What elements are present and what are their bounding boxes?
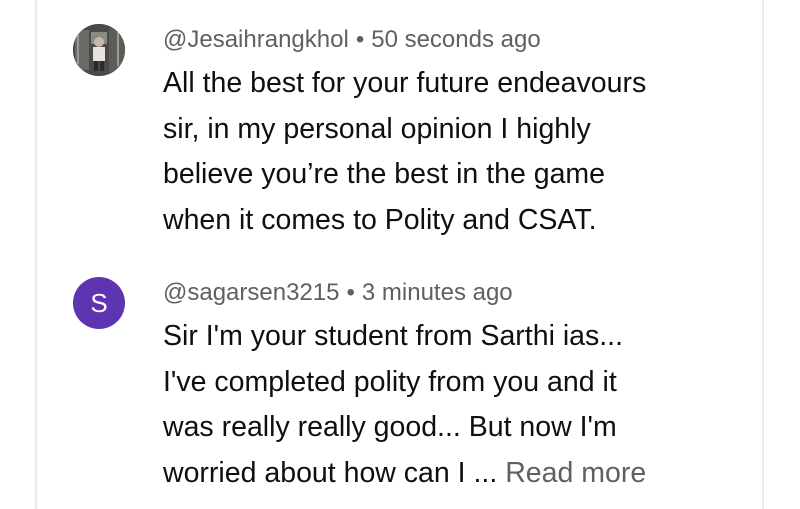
comment-text: All the best for your future endeavours … (163, 61, 743, 243)
comment-body: @sagarsen3215 • 3 minutes ago Sir I'm your… (163, 275, 743, 496)
comment-body: @Jesaihrangkhol • 50 seconds ago All the b… (163, 22, 743, 243)
meta-separator: • (346, 279, 355, 306)
comment-timestamp[interactable]: 50 seconds ago (371, 26, 540, 53)
comment-timestamp[interactable]: 3 minutes ago (362, 279, 513, 306)
read-more-link[interactable]: Read more (505, 457, 646, 489)
avatar[interactable] (73, 24, 125, 76)
comment-text-line: All the best for your future endeavours (163, 67, 647, 99)
comment-text-line: I've completed polity from you and it (163, 365, 617, 398)
comments-panel: @Jesaihrangkhol • 50 seconds ago All the b… (0, 0, 800, 509)
comment-text-fragment: worried about how can I ... (163, 456, 498, 489)
meta-separator: • (355, 26, 365, 53)
panel-left-edge (35, 0, 37, 509)
avatar-letter: S (90, 287, 108, 318)
comment-text-line: when it comes to Polity and CSAT. (163, 203, 597, 236)
comment-author-handle[interactable]: @Jesaihrangkhol (163, 26, 349, 53)
comment-text-line: Sir I'm your student from Sarthi ias... (163, 320, 624, 352)
avatar[interactable]: S (73, 277, 125, 329)
comment-meta: @Jesaihrangkhol • 50 seconds ago (163, 22, 743, 58)
comment-meta: @sagarsen3215 • 3 minutes ago (163, 275, 743, 311)
comment-text-line: was really really good... But now I'm (163, 411, 617, 443)
comment-text-line: believe you’re the best in the game (163, 158, 606, 190)
panel-right-edge (762, 0, 764, 509)
comment-author-handle[interactable]: @sagarsen3215 (163, 279, 339, 306)
comment-text: Sir I'm your student from Sarthi ias... … (163, 314, 743, 496)
user-photo-icon (73, 24, 125, 76)
comment-text-line: sir, in my personal opinion I highly (163, 112, 591, 145)
comment-text-line-last: worried about how can I ... Read more (163, 451, 743, 497)
